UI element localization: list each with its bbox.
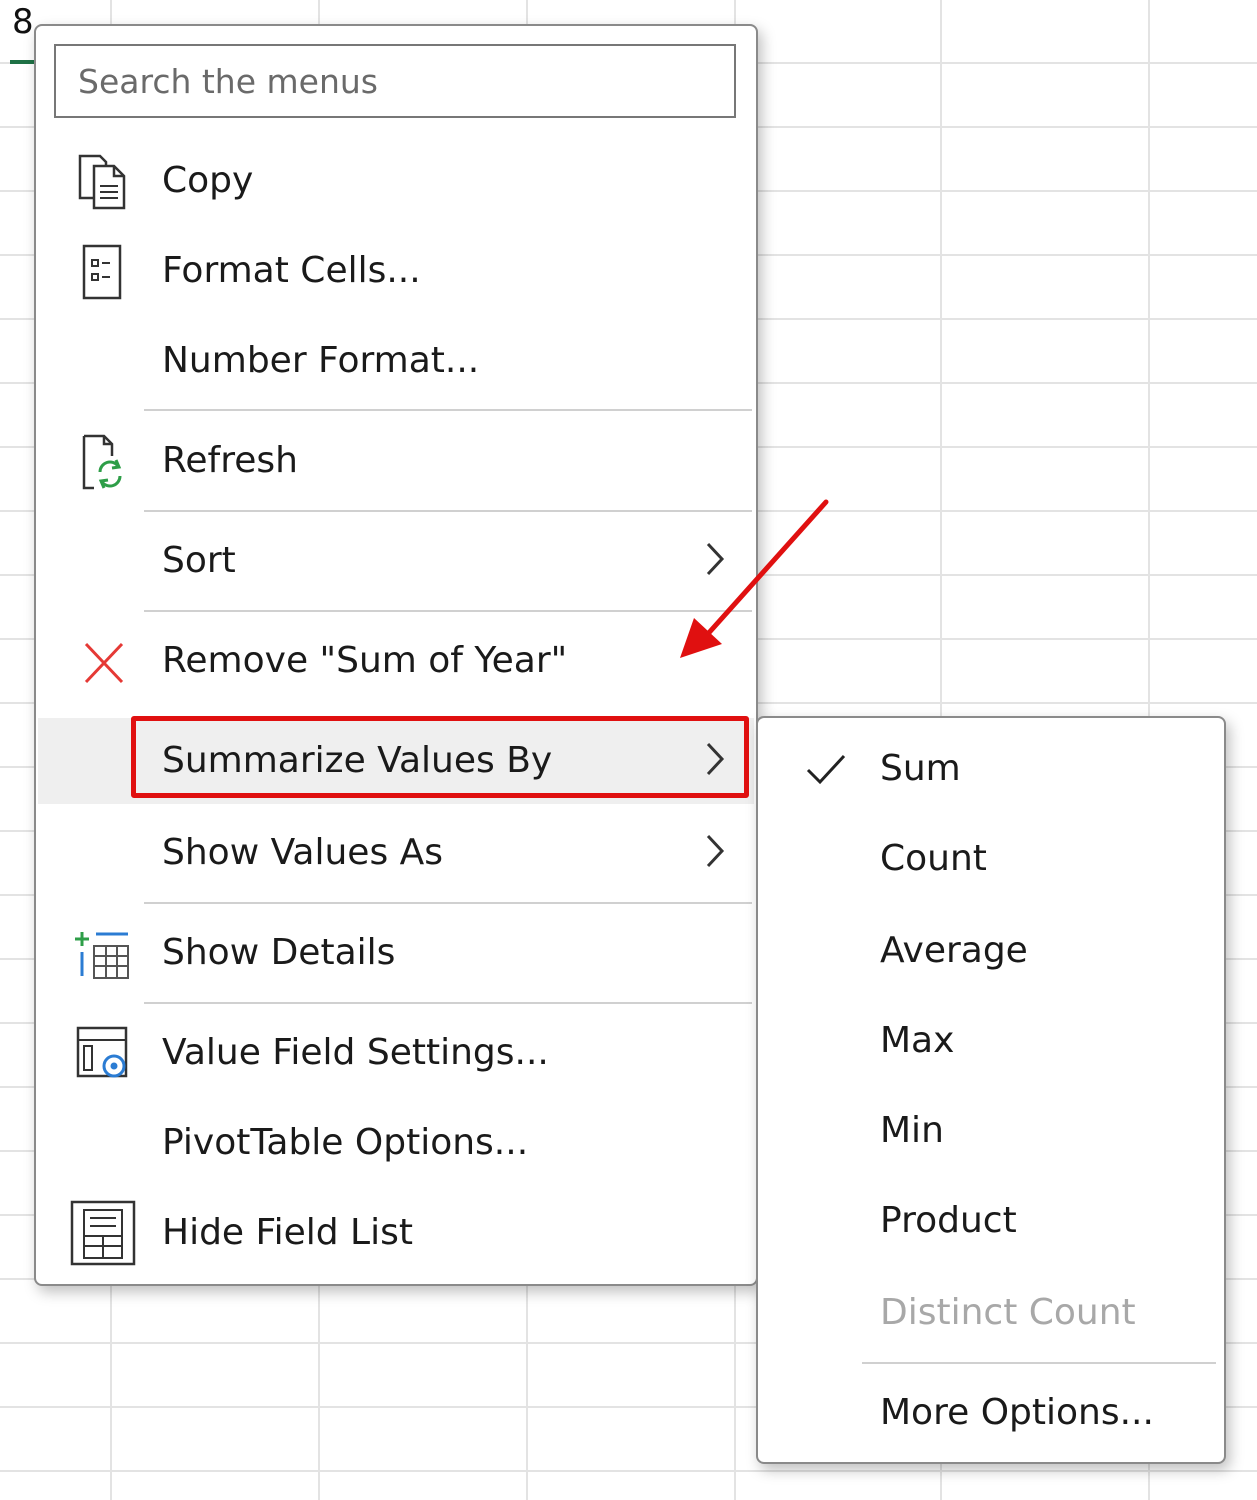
submenu-item-label: Sum (880, 748, 961, 789)
submenu-item-label: Distinct Count (880, 1292, 1136, 1333)
menu-item-label: Remove "Sum of Year" (162, 640, 568, 681)
search-box[interactable] (54, 44, 736, 118)
menu-item-format-cells[interactable]: Format Cells... (38, 228, 754, 314)
submenu-item-distinct-count: Distinct Count (760, 1270, 1220, 1356)
menu-item-label: Number Format... (162, 340, 480, 381)
menu-item-label: Show Details (162, 932, 396, 973)
submenu-item-label: Product (880, 1200, 1017, 1241)
menu-item-hide-field-list[interactable]: Hide Field List (38, 1190, 754, 1276)
menu-item-label: Copy (162, 160, 254, 201)
copy-icon (72, 154, 136, 210)
menu-item-remove-field[interactable]: Remove "Sum of Year" (38, 618, 754, 704)
menu-separator (862, 1362, 1216, 1364)
menu-separator (144, 510, 752, 512)
menu-item-label: Refresh (162, 440, 298, 481)
context-menu: Copy Format Cells... Number Format... (34, 24, 758, 1286)
menu-separator (144, 409, 752, 411)
highlight-box (131, 716, 749, 798)
menu-separator (144, 902, 752, 904)
submenu-item-label: Count (880, 838, 987, 879)
menu-item-refresh[interactable]: Refresh (38, 418, 754, 504)
menu-item-pivottable-options[interactable]: PivotTable Options... (38, 1100, 754, 1186)
search-input[interactable] (56, 46, 734, 116)
submenu-item-label: Max (880, 1020, 955, 1061)
submenu-item-count[interactable]: Count (760, 816, 1220, 902)
submenu-item-label: Min (880, 1110, 944, 1151)
menu-item-label: Sort (162, 540, 236, 581)
menu-item-value-field-settings[interactable]: Value Field Settings... (38, 1010, 754, 1096)
refresh-icon (72, 434, 136, 490)
menu-item-label: Format Cells... (162, 250, 421, 291)
checkmark-icon (804, 752, 848, 788)
submenu-item-product[interactable]: Product (760, 1178, 1220, 1264)
submenu-item-label: More Options... (880, 1392, 1154, 1433)
format-cells-icon (72, 244, 136, 300)
chevron-right-icon (702, 828, 728, 874)
show-details-icon (72, 926, 136, 982)
menu-item-label: Hide Field List (162, 1212, 413, 1253)
menu-item-copy[interactable]: Copy (38, 138, 754, 224)
submenu-item-average[interactable]: Average (760, 908, 1220, 994)
menu-separator (144, 1002, 752, 1004)
submenu-item-min[interactable]: Min (760, 1088, 1220, 1174)
menu-item-label: PivotTable Options... (162, 1122, 529, 1163)
submenu-item-sum[interactable]: Sum (760, 726, 1220, 812)
menu-item-label: Show Values As (162, 832, 444, 873)
summarize-submenu: Sum Count Average Max Min Product Distin… (756, 716, 1226, 1464)
menu-separator (144, 610, 752, 612)
remove-icon (72, 634, 136, 690)
submenu-item-label: Average (880, 930, 1028, 971)
menu-item-sort[interactable]: Sort (38, 518, 754, 604)
menu-item-number-format[interactable]: Number Format... (38, 318, 754, 404)
submenu-item-max[interactable]: Max (760, 998, 1220, 1084)
field-list-icon (70, 1200, 136, 1268)
chevron-right-icon (702, 536, 728, 582)
menu-item-show-values-as[interactable]: Show Values As (38, 810, 754, 896)
submenu-item-more-options[interactable]: More Options... (760, 1370, 1220, 1456)
menu-item-label: Value Field Settings... (162, 1032, 549, 1073)
menu-item-show-details[interactable]: Show Details (38, 910, 754, 996)
value-field-settings-icon (72, 1026, 136, 1082)
